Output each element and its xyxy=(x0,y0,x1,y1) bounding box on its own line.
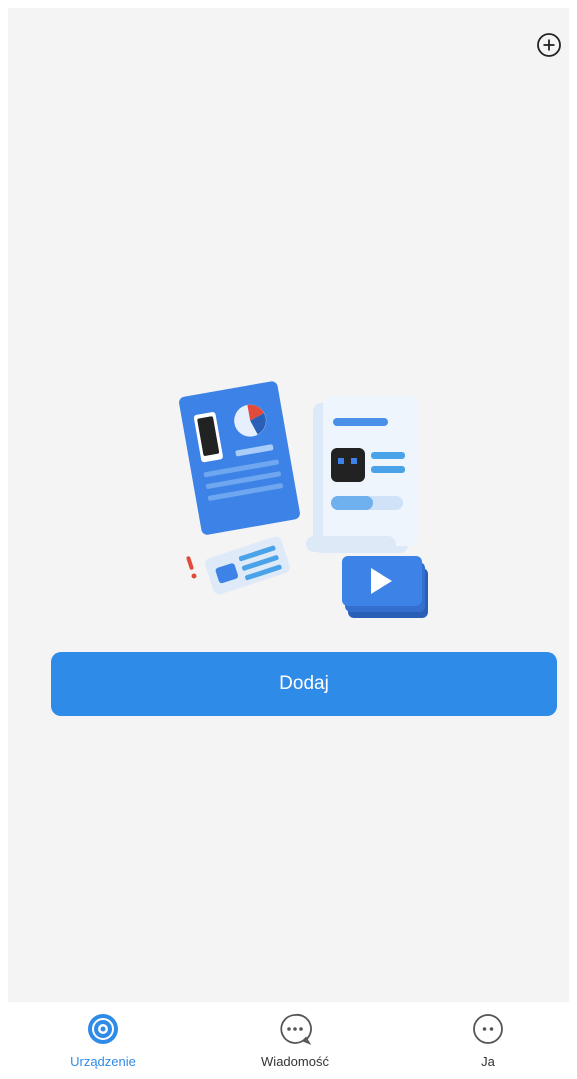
tab-label: Urządzenie xyxy=(70,1054,136,1069)
bottom-tab-bar: Urządzenie Wiadomość Ja xyxy=(0,1002,577,1079)
devices-illustration xyxy=(179,381,428,618)
tab-label: Ja xyxy=(481,1054,495,1069)
add-device-button[interactable]: Dodaj xyxy=(51,652,557,716)
tab-me[interactable]: Ja xyxy=(413,1002,563,1079)
tab-label: Wiadomość xyxy=(261,1054,329,1069)
app-screen: Dodaj xyxy=(8,8,569,1002)
camera-lens-icon xyxy=(86,1012,120,1046)
add-device-top-button[interactable] xyxy=(536,32,562,58)
tab-messages[interactable]: Wiadomość xyxy=(220,1002,370,1079)
tab-device[interactable]: Urządzenie xyxy=(28,1002,178,1079)
plus-circle-icon xyxy=(537,33,561,57)
smiley-icon xyxy=(471,1012,505,1046)
chat-bubble-icon xyxy=(278,1012,312,1046)
